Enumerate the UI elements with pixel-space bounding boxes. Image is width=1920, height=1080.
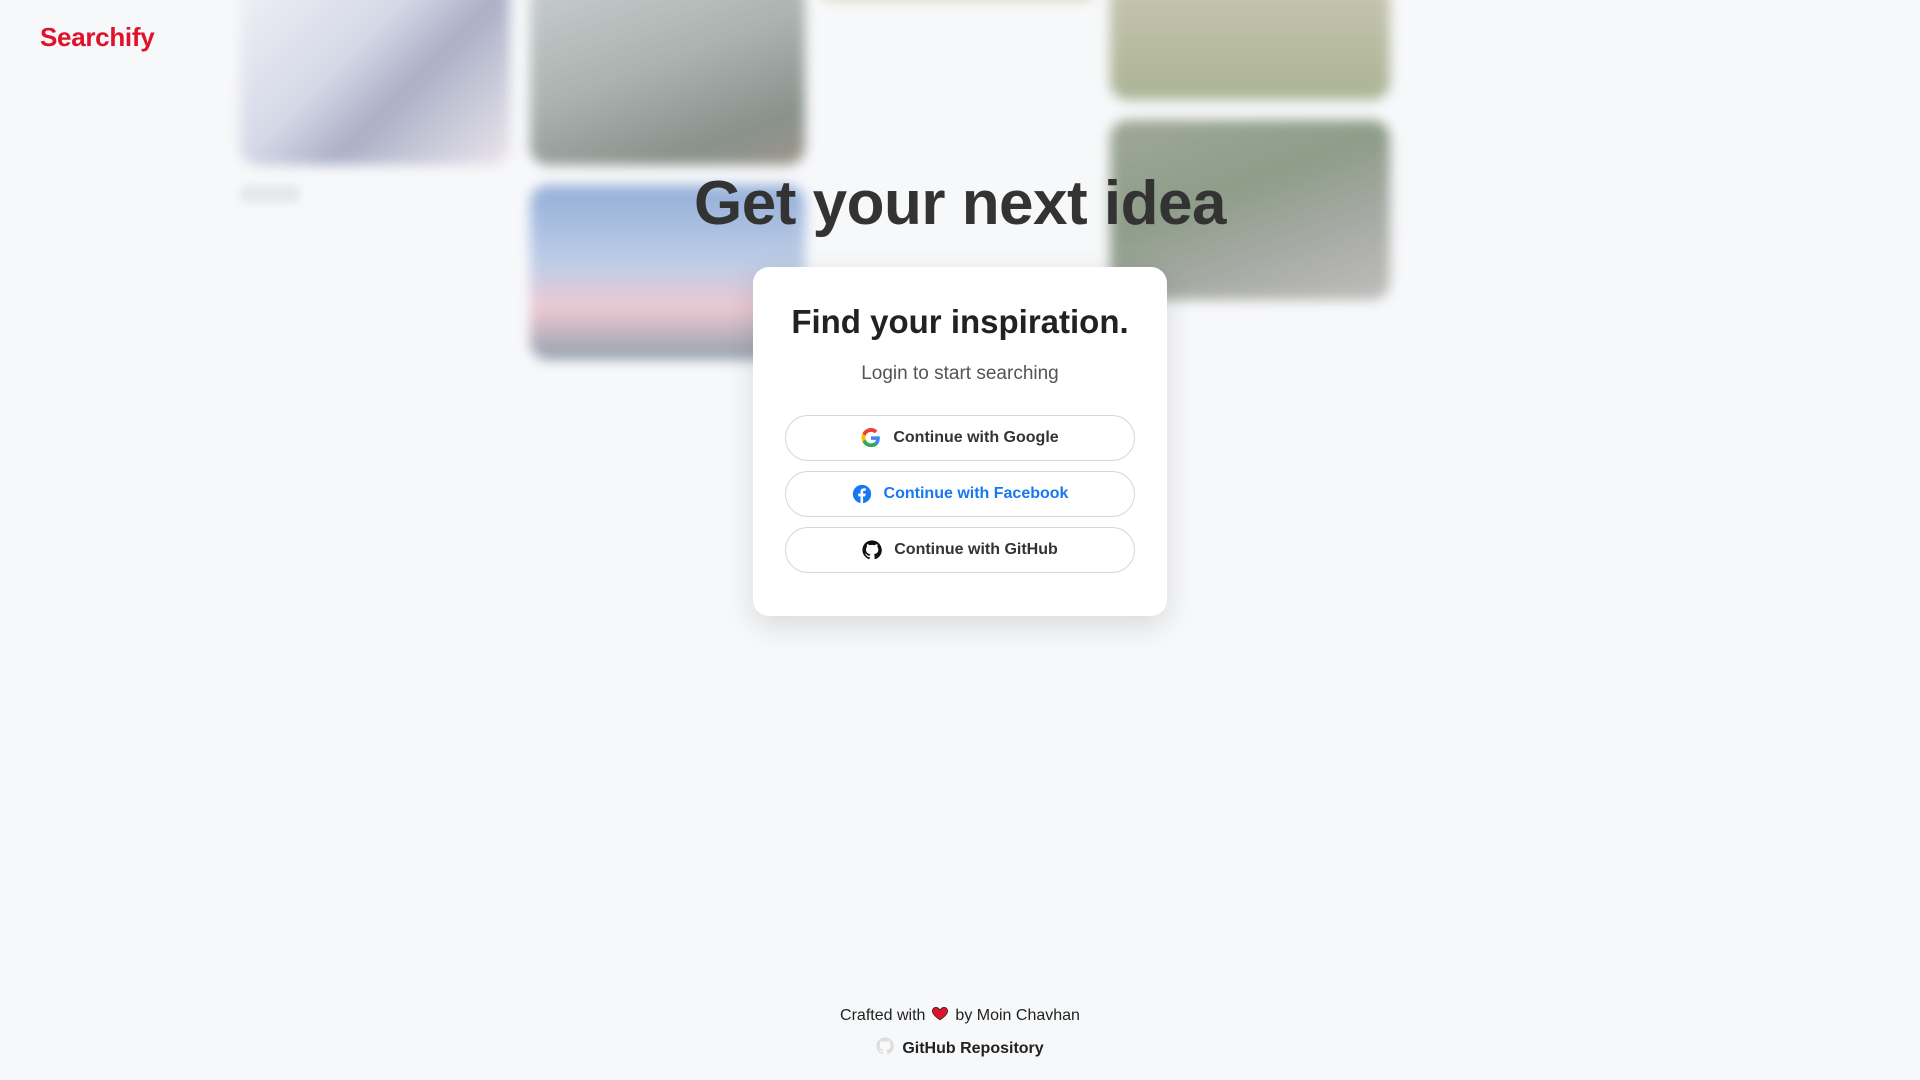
continue-with-github-button[interactable]: Continue with GitHub: [785, 527, 1135, 573]
github-icon: [862, 540, 883, 560]
continue-with-facebook-button[interactable]: Continue with Facebook: [785, 471, 1135, 517]
card-title: Find your inspiration.: [791, 303, 1129, 340]
button-label: Continue with Facebook: [883, 485, 1069, 502]
background-image: [530, 0, 805, 165]
footer: Crafted with by Moin Chavhan GitHub Repo…: [0, 1004, 1920, 1060]
facebook-icon: [852, 484, 872, 504]
background-image: [1110, 0, 1390, 100]
repo-link-label: GitHub Repository: [902, 1039, 1044, 1057]
author-text: by Moin Chavhan: [955, 1006, 1080, 1024]
heart-icon: [931, 1004, 949, 1027]
logo[interactable]: Searchify: [40, 22, 155, 53]
login-card: Find your inspiration. Login to start se…: [753, 267, 1167, 616]
card-subtitle: Login to start searching: [861, 363, 1059, 384]
github-icon: [876, 1037, 895, 1060]
hero-title: Get your next idea: [694, 169, 1226, 238]
crafted-text: Crafted with: [840, 1006, 926, 1024]
button-label: Continue with GitHub: [894, 541, 1058, 558]
button-label: Continue with Google: [893, 429, 1059, 446]
google-icon: [861, 428, 881, 448]
background-image: [240, 0, 510, 165]
github-repository-link[interactable]: GitHub Repository: [0, 1037, 1920, 1060]
continue-with-google-button[interactable]: Continue with Google: [785, 415, 1135, 461]
